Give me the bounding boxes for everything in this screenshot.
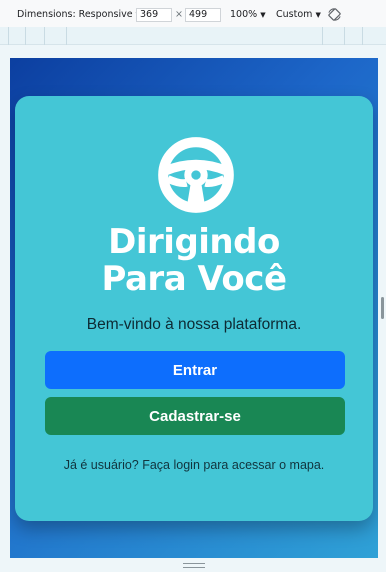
welcome-card: Dirigindo Para Você Bem-vindo à nossa pl… bbox=[15, 96, 373, 521]
steering-wheel-icon bbox=[158, 137, 234, 213]
throttle-dropdown[interactable]: Custom ▼ bbox=[276, 9, 321, 20]
page-viewport: Dirigindo Para Você Bem-vindo à nossa pl… bbox=[10, 58, 378, 558]
ruler-segment bbox=[344, 27, 345, 45]
chevron-down-icon: ▼ bbox=[260, 11, 266, 19]
dimensions-dropdown[interactable]: Dimensions: Responsive ▼ bbox=[17, 9, 141, 20]
device-toolbar: Dimensions: Responsive ▼ 369 × 499 100% … bbox=[0, 0, 386, 30]
login-hint-text: Já é usuário? Faça login para acessar o … bbox=[63, 458, 325, 472]
ruler-segment bbox=[66, 27, 67, 45]
ruler-segment bbox=[44, 27, 45, 45]
zoom-dropdown[interactable]: 100% ▼ bbox=[230, 9, 266, 20]
chevron-down-icon: ▼ bbox=[315, 11, 321, 19]
rotate-icon[interactable] bbox=[327, 7, 342, 22]
brand-name-line1: Dirigindo bbox=[108, 222, 280, 262]
width-input[interactable]: 369 bbox=[136, 8, 172, 22]
zoom-label: 100% bbox=[230, 9, 258, 20]
bottom-resize-handle[interactable] bbox=[183, 563, 205, 568]
ruler-segment bbox=[322, 27, 323, 45]
ruler-segment bbox=[362, 27, 363, 45]
dimensions-label: Dimensions: Responsive bbox=[17, 9, 133, 20]
brand-name-line2: Para Você bbox=[101, 259, 287, 299]
times-sign: × bbox=[175, 9, 183, 20]
welcome-text: Bem-vindo à nossa plataforma. bbox=[86, 316, 302, 333]
side-resize-handle[interactable] bbox=[381, 297, 384, 319]
throttle-label: Custom bbox=[276, 9, 313, 20]
register-button[interactable]: Cadastrar-se bbox=[45, 397, 345, 435]
media-query-ruler bbox=[0, 27, 386, 45]
ruler-segment bbox=[8, 27, 9, 45]
ruler-segment bbox=[25, 27, 26, 45]
height-input[interactable]: 499 bbox=[185, 8, 221, 22]
login-button[interactable]: Entrar bbox=[45, 351, 345, 389]
